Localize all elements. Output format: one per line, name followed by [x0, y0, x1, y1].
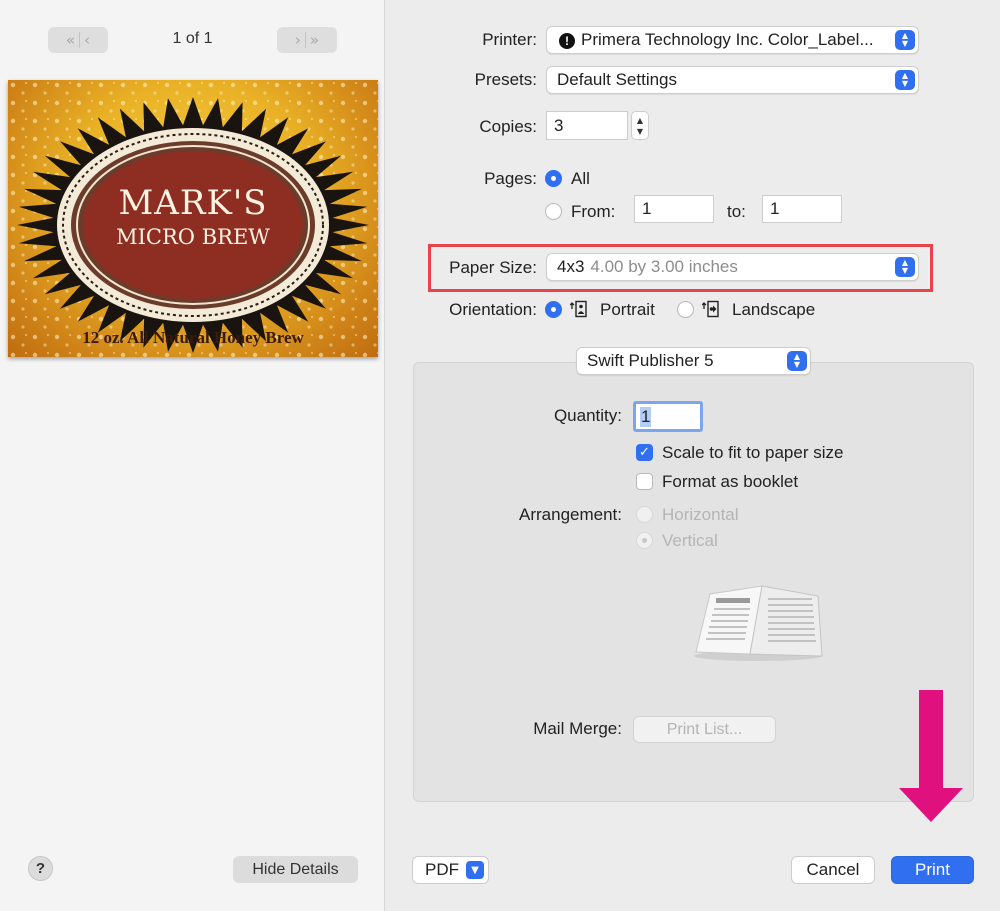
exclamation-circle-icon: ! — [559, 33, 575, 49]
page-indicator: 1 of 1 — [172, 30, 213, 47]
cancel-button[interactable]: Cancel — [791, 856, 875, 884]
pages-all-radio[interactable] — [545, 170, 562, 187]
label-footer: 12 oz. All Natural Honey Brew — [82, 328, 304, 347]
popup-arrows-icon: ▲ ▼ — [895, 70, 915, 90]
presets-popup[interactable]: Default Settings ▲ ▼ — [546, 66, 919, 94]
landscape-label: Landscape — [732, 300, 816, 319]
portrait-radio[interactable] — [545, 301, 562, 318]
scale-to-fit-checkbox[interactable]: ✓ — [636, 444, 653, 461]
nav-separator — [304, 32, 306, 48]
presets-value: Default Settings — [557, 70, 678, 89]
print-list-button: Print List... — [633, 716, 776, 743]
pages-range-radio[interactable] — [545, 203, 562, 220]
quantity-label: Quantity: — [553, 406, 622, 425]
app-options-value: Swift Publisher 5 — [587, 351, 714, 370]
last-page-icon[interactable]: » — [310, 31, 319, 49]
app-options-popup[interactable]: Swift Publisher 5 ▲ ▼ — [576, 347, 811, 375]
printer-value: Primera Technology Inc. Color_Label... — [581, 30, 874, 49]
label-subtitle: MICRO BREW — [116, 225, 270, 249]
print-button[interactable]: Print — [891, 856, 974, 884]
presets-label: Presets: — [474, 70, 537, 89]
previous-page-icon[interactable]: ‹ — [84, 31, 90, 49]
preview-pane: « ‹ 1 of 1 › » MARK'S MICRO BREW 12 oz. … — [0, 0, 385, 911]
help-button[interactable]: ? — [28, 856, 53, 881]
vertical-label: Vertical — [662, 531, 718, 550]
popup-arrows-icon: ▲ ▼ — [787, 351, 807, 371]
horizontal-radio — [636, 506, 653, 523]
chevron-down-icon: ▼ — [466, 861, 484, 879]
first-page-icon[interactable]: « — [66, 31, 75, 49]
pages-label: Pages: — [484, 169, 537, 188]
pages-from-field[interactable]: 1 — [634, 195, 714, 223]
quantity-value: 1 — [640, 406, 652, 427]
pages-to-label: to: — [727, 202, 746, 221]
preview-forward-buttons: › » — [277, 27, 337, 53]
stepper-up-icon[interactable]: ▲ — [637, 115, 643, 126]
popup-arrows-icon: ▲ ▼ — [895, 257, 915, 277]
stepper-down-icon[interactable]: ▼ — [637, 126, 643, 137]
paper-size-detail: 4.00 by 3.00 inches — [590, 257, 738, 276]
horizontal-label: Horizontal — [662, 505, 739, 524]
copies-stepper[interactable]: ▲ ▼ — [631, 111, 649, 140]
pages-all-label: All — [571, 169, 590, 188]
nav-separator — [79, 32, 81, 48]
pdf-menu-button[interactable]: PDF ▼ — [412, 856, 489, 884]
label-preview: MARK'S MICRO BREW 12 oz. All Natural Hon… — [8, 80, 378, 357]
printer-popup[interactable]: ! Primera Technology Inc. Color_Label...… — [546, 26, 919, 54]
scale-to-fit-label: Scale to fit to paper size — [662, 443, 844, 462]
arrangement-label: Arrangement: — [519, 505, 622, 524]
folded-newspaper-icon — [694, 585, 823, 661]
popup-arrows-icon: ▲ ▼ — [895, 30, 915, 50]
label-title: MARK'S — [118, 183, 268, 223]
pages-to-field[interactable]: 1 — [762, 195, 842, 223]
landscape-radio[interactable] — [677, 301, 694, 318]
quantity-field[interactable]: 1 — [633, 401, 703, 432]
orientation-label: Orientation: — [449, 300, 537, 319]
preview-back-buttons: « ‹ — [48, 27, 108, 53]
mail-merge-label: Mail Merge: — [533, 719, 622, 738]
paper-size-label: Paper Size: — [449, 258, 537, 277]
landscape-orientation-icon — [702, 300, 719, 318]
format-booklet-checkbox[interactable] — [636, 473, 653, 490]
hide-details-button[interactable]: Hide Details — [233, 856, 358, 883]
pages-from-label: From: — [571, 202, 616, 221]
annotation-arrow-icon — [899, 690, 963, 822]
vertical-radio — [636, 532, 653, 549]
paper-size-name: 4x3 — [557, 257, 585, 276]
portrait-label: Portrait — [600, 300, 655, 319]
copies-field[interactable]: 3 — [546, 111, 628, 140]
paper-size-popup[interactable]: 4x3 4.00 by 3.00 inches ▲ ▼ — [546, 253, 919, 281]
portrait-orientation-icon — [570, 300, 587, 318]
printer-label: Printer: — [482, 30, 537, 49]
copies-label: Copies: — [479, 117, 537, 136]
pdf-label: PDF — [425, 860, 459, 879]
format-booklet-label: Format as booklet — [662, 472, 799, 491]
next-page-icon[interactable]: › — [295, 31, 301, 49]
